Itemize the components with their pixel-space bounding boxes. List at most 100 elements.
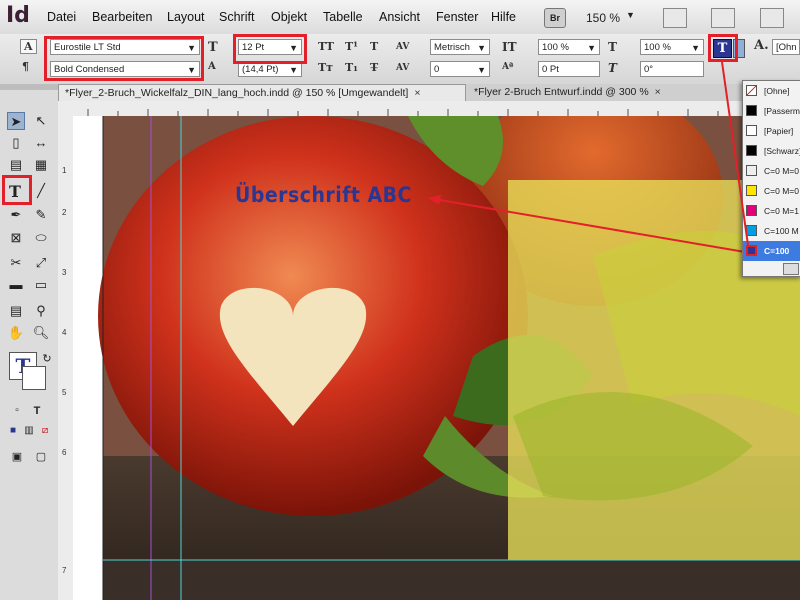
character-style-select[interactable]: [Ohn	[772, 39, 800, 55]
line-tool-icon[interactable]: ╱	[32, 182, 50, 200]
content-collector-icon[interactable]: ▤	[7, 156, 25, 174]
swatches-popup: [Ohne] [Passerm [Papier] [Schwarz] C=0 M…	[742, 80, 800, 277]
leading-icon: A	[208, 61, 216, 72]
tracking-icon: AV	[396, 63, 410, 73]
menu-layout[interactable]: Layout	[167, 10, 205, 24]
tracking-value: 0	[434, 64, 440, 75]
character-style-icon: A.	[754, 38, 769, 53]
swatch-label: C=100 M	[764, 226, 799, 236]
swatch-yellow[interactable]: C=0 M=0	[743, 181, 800, 201]
selection-tool-icon[interactable]: ➤	[7, 112, 25, 130]
normal-view-icon[interactable]: ▣	[8, 448, 26, 466]
menu-hilfe[interactable]: Hilfe	[491, 10, 516, 24]
skew-input[interactable]: 0°	[640, 61, 704, 77]
annotation-box-font	[44, 36, 204, 81]
new-swatch-icon[interactable]	[783, 263, 799, 275]
ruler-ticks	[87, 109, 719, 116]
zoom-tool-icon[interactable]: 🔍︎	[32, 324, 50, 342]
paragraph-mode-icon[interactable]: ¶	[22, 60, 29, 73]
screen-mode-icon[interactable]	[663, 8, 687, 28]
swatch-label: C=0 M=1	[764, 206, 799, 216]
swatch-chip	[746, 185, 757, 196]
headline-text[interactable]: Überschrift ABC	[235, 183, 412, 207]
ruler-number: 3	[62, 268, 67, 277]
bridge-button[interactable]: Br	[544, 8, 566, 28]
menu-fenster[interactable]: Fenster	[436, 10, 478, 24]
horizontal-scale-select[interactable]: 100 % ▼	[640, 39, 704, 55]
document-canvas[interactable]: Überschrift ABC	[73, 116, 800, 600]
hand-tool-icon[interactable]: ✋	[7, 324, 25, 342]
menu-bearbeiten[interactable]: Bearbeiten	[92, 10, 152, 24]
horizontal-ruler[interactable]	[58, 101, 800, 117]
zoom-level[interactable]: 150 %	[586, 11, 620, 25]
eyedropper-tool-icon[interactable]: ⚲	[32, 302, 50, 320]
scissors-tool-icon[interactable]: ✂	[7, 254, 25, 272]
pen-tool-icon[interactable]: ✒	[7, 206, 25, 224]
preview-mode-icon[interactable]: ▢	[32, 448, 50, 466]
swap-fill-stroke-icon[interactable]: ↻	[38, 350, 56, 368]
free-transform-tool-icon[interactable]: ⤢	[32, 254, 50, 272]
rectangle-frame-tool-icon[interactable]: ⊠	[7, 229, 25, 247]
swatch-label: C=0 M=0	[764, 166, 799, 176]
kerning-icon: AV	[396, 42, 410, 52]
container-format-icon[interactable]: ▫	[8, 402, 26, 420]
document-tabs: *Flyer_2-Bruch_Wickelfalz_DIN_lang_hoch.…	[58, 84, 800, 102]
close-icon[interactable]: ×	[414, 87, 420, 99]
swatch-dark-blue[interactable]: C=100	[743, 241, 800, 261]
swatch-black[interactable]: [Schwarz]	[743, 141, 800, 161]
ruler-number: 5	[62, 388, 67, 397]
swatch-paper[interactable]: [Papier]	[743, 121, 800, 141]
all-caps-icon[interactable]: TT	[318, 40, 334, 53]
text-format-icon[interactable]: T	[28, 402, 46, 420]
kerning-select[interactable]: Metrisch ▼	[430, 39, 490, 55]
swatch-cyan[interactable]: C=100 M	[743, 221, 800, 241]
vertical-scale-value: 100 %	[542, 42, 569, 53]
pencil-tool-icon[interactable]: ✎	[32, 206, 50, 224]
content-placer-icon[interactable]: ▦	[32, 156, 50, 174]
arrange-documents-icon[interactable]	[760, 8, 784, 28]
vertical-scale-select[interactable]: 100 % ▼	[538, 39, 600, 55]
swatch-registration[interactable]: [Passerm	[743, 101, 800, 121]
panel-header[interactable]	[0, 84, 58, 90]
menu-datei[interactable]: Datei	[47, 10, 76, 24]
swatch-none[interactable]: [Ohne]	[743, 81, 800, 101]
chevron-down-icon[interactable]: ▼	[626, 10, 635, 20]
note-tool-icon[interactable]: ▤	[7, 302, 25, 320]
menu-ansicht[interactable]: Ansicht	[379, 10, 420, 24]
subscript-icon[interactable]: T₁	[345, 61, 358, 74]
ellipse-tool-icon[interactable]: ⬭	[32, 229, 50, 247]
superscript-icon[interactable]: T¹	[345, 40, 358, 53]
tab-flyer-wickelfalz[interactable]: *Flyer_2-Bruch_Wickelfalz_DIN_lang_hoch.…	[58, 84, 466, 101]
swatch-light[interactable]: C=0 M=0	[743, 161, 800, 181]
menu-objekt[interactable]: Objekt	[271, 10, 307, 24]
ruler-number: 7	[62, 566, 67, 575]
tab-flyer-entwurf[interactable]: *Flyer 2-Bruch Entwurf.indd @ 300 % ×	[468, 84, 698, 101]
baseline-shift-input[interactable]: 0 Pt	[538, 61, 600, 77]
page-tool-icon[interactable]: ▯	[7, 134, 25, 152]
stroke-swatch-icon[interactable]	[22, 366, 46, 390]
font-size-icon: T	[208, 40, 218, 55]
menu-tabelle[interactable]: Tabelle	[323, 10, 363, 24]
apply-none-icon[interactable]: ⧄	[36, 422, 54, 440]
tracking-select[interactable]: 0 ▼	[430, 61, 490, 77]
direct-selection-tool-icon[interactable]: ↖	[32, 112, 50, 130]
horizontal-scale-value: 100 %	[644, 42, 671, 53]
tab-label: *Flyer 2-Bruch Entwurf.indd @ 300 %	[474, 86, 649, 98]
swatch-magenta[interactable]: C=0 M=1	[743, 201, 800, 221]
gradient-swatch-tool-icon[interactable]: ▬	[7, 276, 25, 294]
view-options-icon[interactable]	[711, 8, 735, 28]
annotation-box-fill	[708, 34, 738, 62]
character-mode-icon[interactable]: A	[20, 39, 37, 54]
strikethrough-icon[interactable]: T̶	[370, 61, 378, 74]
menu-schrift[interactable]: Schrift	[219, 10, 254, 24]
underline-icon[interactable]: T	[370, 40, 378, 53]
small-caps-icon[interactable]: Tт	[318, 61, 333, 74]
vertical-ruler[interactable]: 1 2 3 4 5 6 7	[58, 116, 74, 600]
gap-tool-icon[interactable]: ↔	[32, 134, 50, 152]
swatch-chip	[746, 85, 757, 96]
apple-photo	[98, 116, 800, 600]
control-panel: A ¶ Eurostile LT Std ▼ Bold Condensed ▼ T …	[0, 34, 800, 85]
gradient-feather-tool-icon[interactable]: ▭	[32, 276, 50, 294]
close-icon[interactable]: ×	[655, 86, 661, 98]
menu-bar: Id Datei Bearbeiten Layout Schrift Objek…	[0, 0, 800, 35]
